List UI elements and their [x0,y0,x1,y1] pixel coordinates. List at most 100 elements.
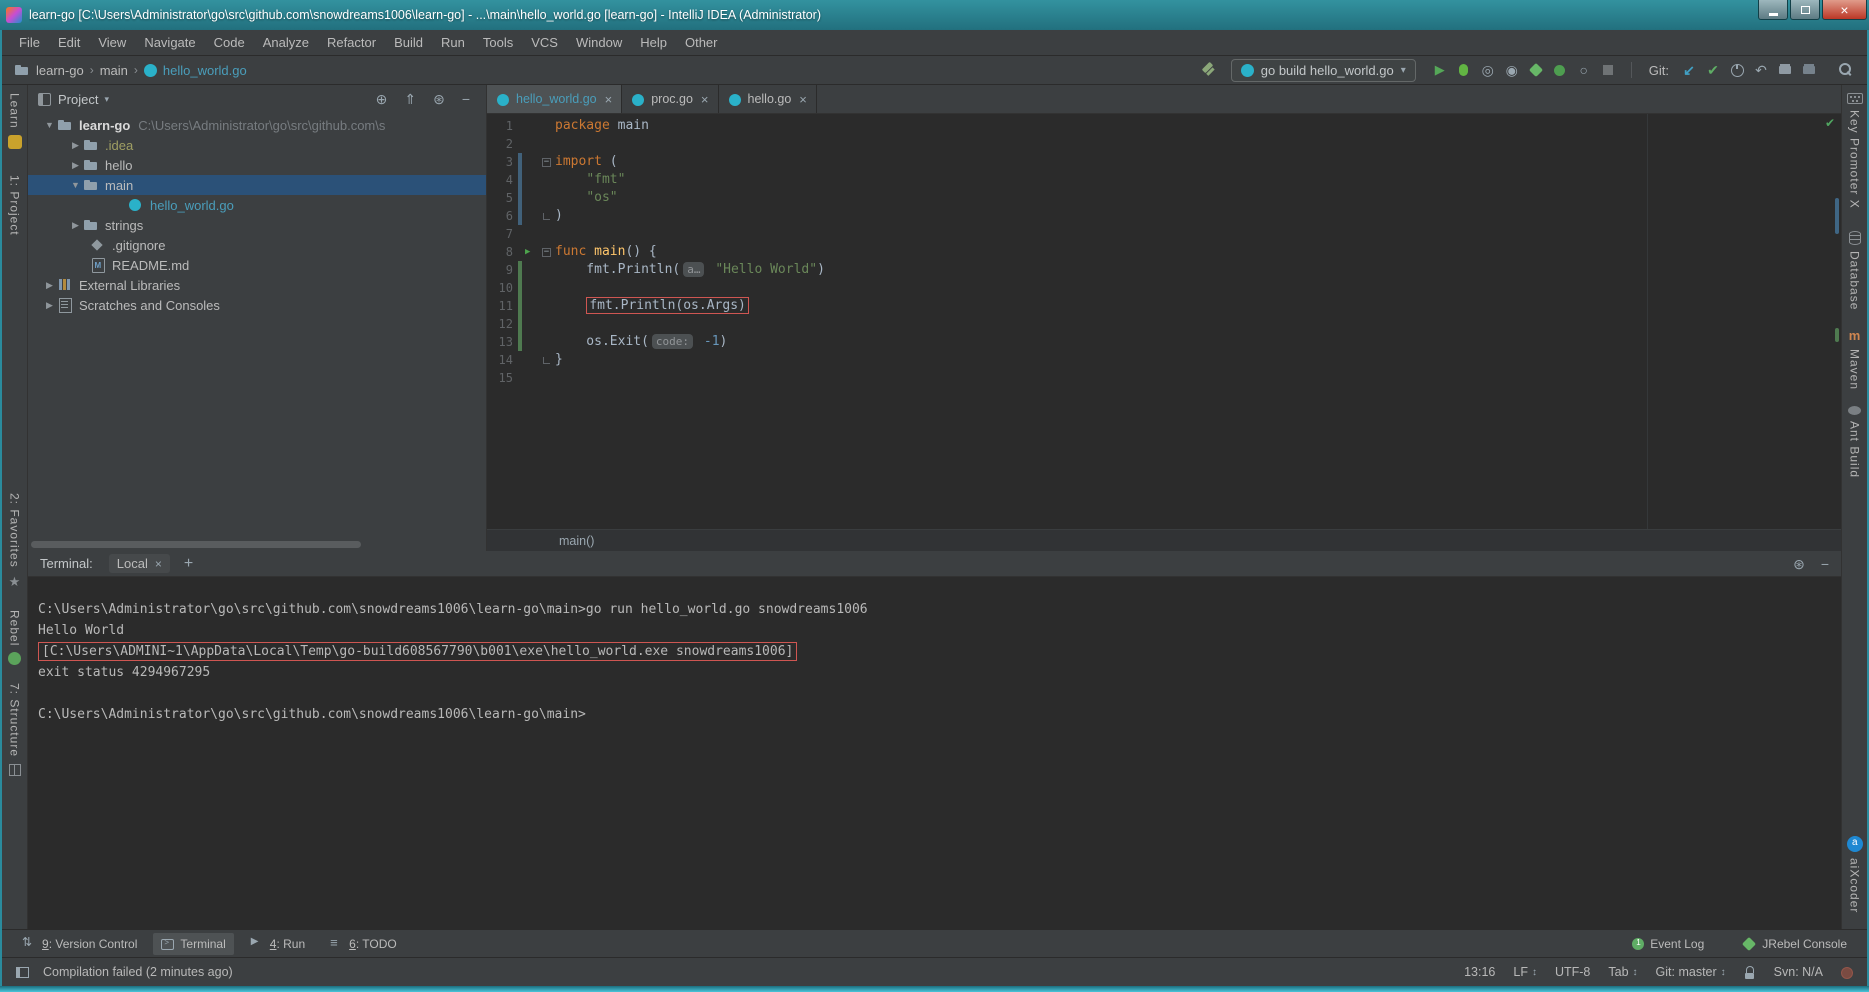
fold-end-icon[interactable] [543,213,550,220]
tool-stripe-button-1-project[interactable]: 1: Project [8,175,22,236]
code-line-12[interactable]: 12 [487,315,1841,333]
tool-stripe-button-7-structure[interactable]: 7: Structure [8,683,22,775]
code-line-6[interactable]: 6) [487,207,1841,225]
code-line-8[interactable]: 8▶−func main() { [487,243,1841,261]
history-icon[interactable] [1725,60,1749,80]
close-icon[interactable]: × [155,557,162,571]
fold-end-icon[interactable] [543,357,550,364]
menu-item-help[interactable]: Help [631,31,676,54]
rebel-debug-icon[interactable] [1548,60,1572,80]
profiler-icon[interactable]: ◉ [1500,60,1524,80]
compare-icon[interactable] [1797,60,1821,80]
status-13-16[interactable]: 13:16 [1464,965,1495,979]
status-utf-8[interactable]: UTF-8 [1555,965,1590,979]
toolwindow-button-4-run[interactable]: 4: Run [242,933,313,955]
code-line-7[interactable]: 7 [487,225,1841,243]
chevron-collapsed-icon[interactable]: ▶ [42,300,57,311]
tree-item-hello-world-go[interactable]: hello_world.go [28,195,486,215]
lock-icon[interactable] [1744,966,1756,979]
menu-item-analyze[interactable]: Analyze [254,31,318,54]
restore-button[interactable] [1790,0,1820,20]
commit-icon[interactable]: ✔ [1701,60,1725,80]
menu-item-file[interactable]: File [10,31,49,54]
editor-tab-proc-go[interactable]: proc.go× [622,85,718,113]
shelf-icon[interactable] [1773,60,1797,80]
run-line-icon[interactable]: ▶ [525,243,530,261]
new-terminal-tab-button[interactable]: + [184,555,193,573]
coverage-icon[interactable]: ◎ [1476,60,1500,80]
code-line-14[interactable]: 14} [487,351,1841,369]
gear-icon[interactable]: ⊛ [1793,557,1805,571]
menu-item-tools[interactable]: Tools [474,31,522,54]
update-icon[interactable]: ↙ [1677,60,1701,80]
horizontal-scrollbar[interactable] [31,541,361,548]
settings-icon[interactable]: ⊛ [433,92,445,106]
toolwindow-button-jrebel-console[interactable]: JRebel Console [1734,933,1855,955]
tree-item-scratches-and-consoles[interactable]: ▶Scratches and Consoles [28,295,486,315]
menu-item-code[interactable]: Code [205,31,254,54]
code-editor[interactable]: 1package main23−import (4 "fmt"5 "os"6)7… [487,114,1841,529]
attach-icon[interactable]: ○ [1572,60,1596,80]
code-line-5[interactable]: 5 "os" [487,189,1841,207]
tool-stripe-button-rebel[interactable]: Rebel [8,610,22,665]
breadcrumb-item-main[interactable]: main [100,63,128,78]
code-line-10[interactable]: 10 [487,279,1841,297]
menu-item-window[interactable]: Window [567,31,631,54]
code-line-9[interactable]: 9 fmt.Println(a… "Hello World") [487,261,1841,279]
hide-icon[interactable]: − [462,92,470,106]
toolwindow-toggle-icon[interactable] [16,967,29,978]
toolwindow-button-9-version-control[interactable]: 9: Version Control [14,933,145,955]
toolwindow-button-event-log[interactable]: Event Log [1624,933,1712,955]
menu-item-navigate[interactable]: Navigate [135,31,204,54]
code-line-4[interactable]: 4 "fmt" [487,171,1841,189]
breadcrumb-item-learn-go[interactable]: learn-go [36,63,84,78]
run-icon[interactable]: ▶ [1428,60,1452,80]
status-message[interactable]: Compilation failed (2 minutes ago) [43,965,233,979]
tool-stripe-button-key-promoter-x[interactable]: Key Promoter X [1847,93,1863,209]
tab-close-icon[interactable]: × [799,92,807,107]
tab-close-icon[interactable]: × [701,92,709,107]
tool-stripe-button-maven[interactable]: mMaven [1848,328,1862,390]
run-configuration-select[interactable]: go build hello_world.go ▾ [1231,59,1416,82]
menu-item-build[interactable]: Build [385,31,432,54]
breadcrumb-function[interactable]: main() [559,534,594,548]
code-line-1[interactable]: 1package main [487,117,1841,135]
status-lf[interactable]: LF↕ [1513,965,1537,979]
rebel-run-icon[interactable] [1524,60,1548,80]
fold-collapse-icon[interactable]: − [542,248,551,257]
menu-item-refactor[interactable]: Refactor [318,31,385,54]
build-hammer-icon[interactable] [1199,60,1219,80]
stop-icon[interactable] [1596,60,1620,80]
status-tab[interactable]: Tab↕ [1608,965,1637,979]
terminal-tab-local[interactable]: Local × [109,554,170,573]
tree-item-gitignore[interactable]: .gitignore [28,235,486,255]
tree-item-external-libraries[interactable]: ▶External Libraries [28,275,486,295]
menu-item-vcs[interactable]: VCS [522,31,567,54]
menu-item-other[interactable]: Other [676,31,727,54]
code-line-2[interactable]: 2 [487,135,1841,153]
breadcrumb-item-hello-world-go[interactable]: hello_world.go [163,63,247,78]
tree-item-hello[interactable]: ▶hello [28,155,486,175]
tool-stripe-button-2-favorites[interactable]: 2: Favorites★ [8,493,22,590]
tree-item-idea[interactable]: ▶.idea [28,135,486,155]
chevron-collapsed-icon[interactable]: ▶ [42,280,57,291]
fold-collapse-icon[interactable]: − [542,158,551,167]
menu-item-view[interactable]: View [89,31,135,54]
hide-icon[interactable]: − [1821,557,1829,571]
tool-stripe-button-aixcoder[interactable]: aiXcoder [1847,836,1863,913]
close-button[interactable]: × [1822,0,1867,20]
project-view-selector[interactable]: Project ▾ [58,92,109,107]
tree-item-readme-md[interactable]: README.md [28,255,486,275]
chevron-collapsed-icon[interactable]: ▶ [68,140,83,151]
chevron-collapsed-icon[interactable]: ▶ [68,220,83,231]
status-svn-n-a[interactable]: Svn: N/A [1774,965,1823,979]
toolwindow-button-terminal[interactable]: Terminal [153,933,233,955]
search-everywhere-icon[interactable] [1835,60,1855,80]
tree-item-main[interactable]: ▼main [28,175,486,195]
toolwindow-button-6-todo[interactable]: 6: TODO [321,933,405,955]
code-line-15[interactable]: 15 [487,369,1841,387]
menu-item-run[interactable]: Run [432,31,474,54]
code-line-13[interactable]: 13 os.Exit(code: -1) [487,333,1841,351]
status-git-master[interactable]: Git: master↕ [1656,965,1726,979]
locate-icon[interactable]: ⊕ [376,92,388,106]
